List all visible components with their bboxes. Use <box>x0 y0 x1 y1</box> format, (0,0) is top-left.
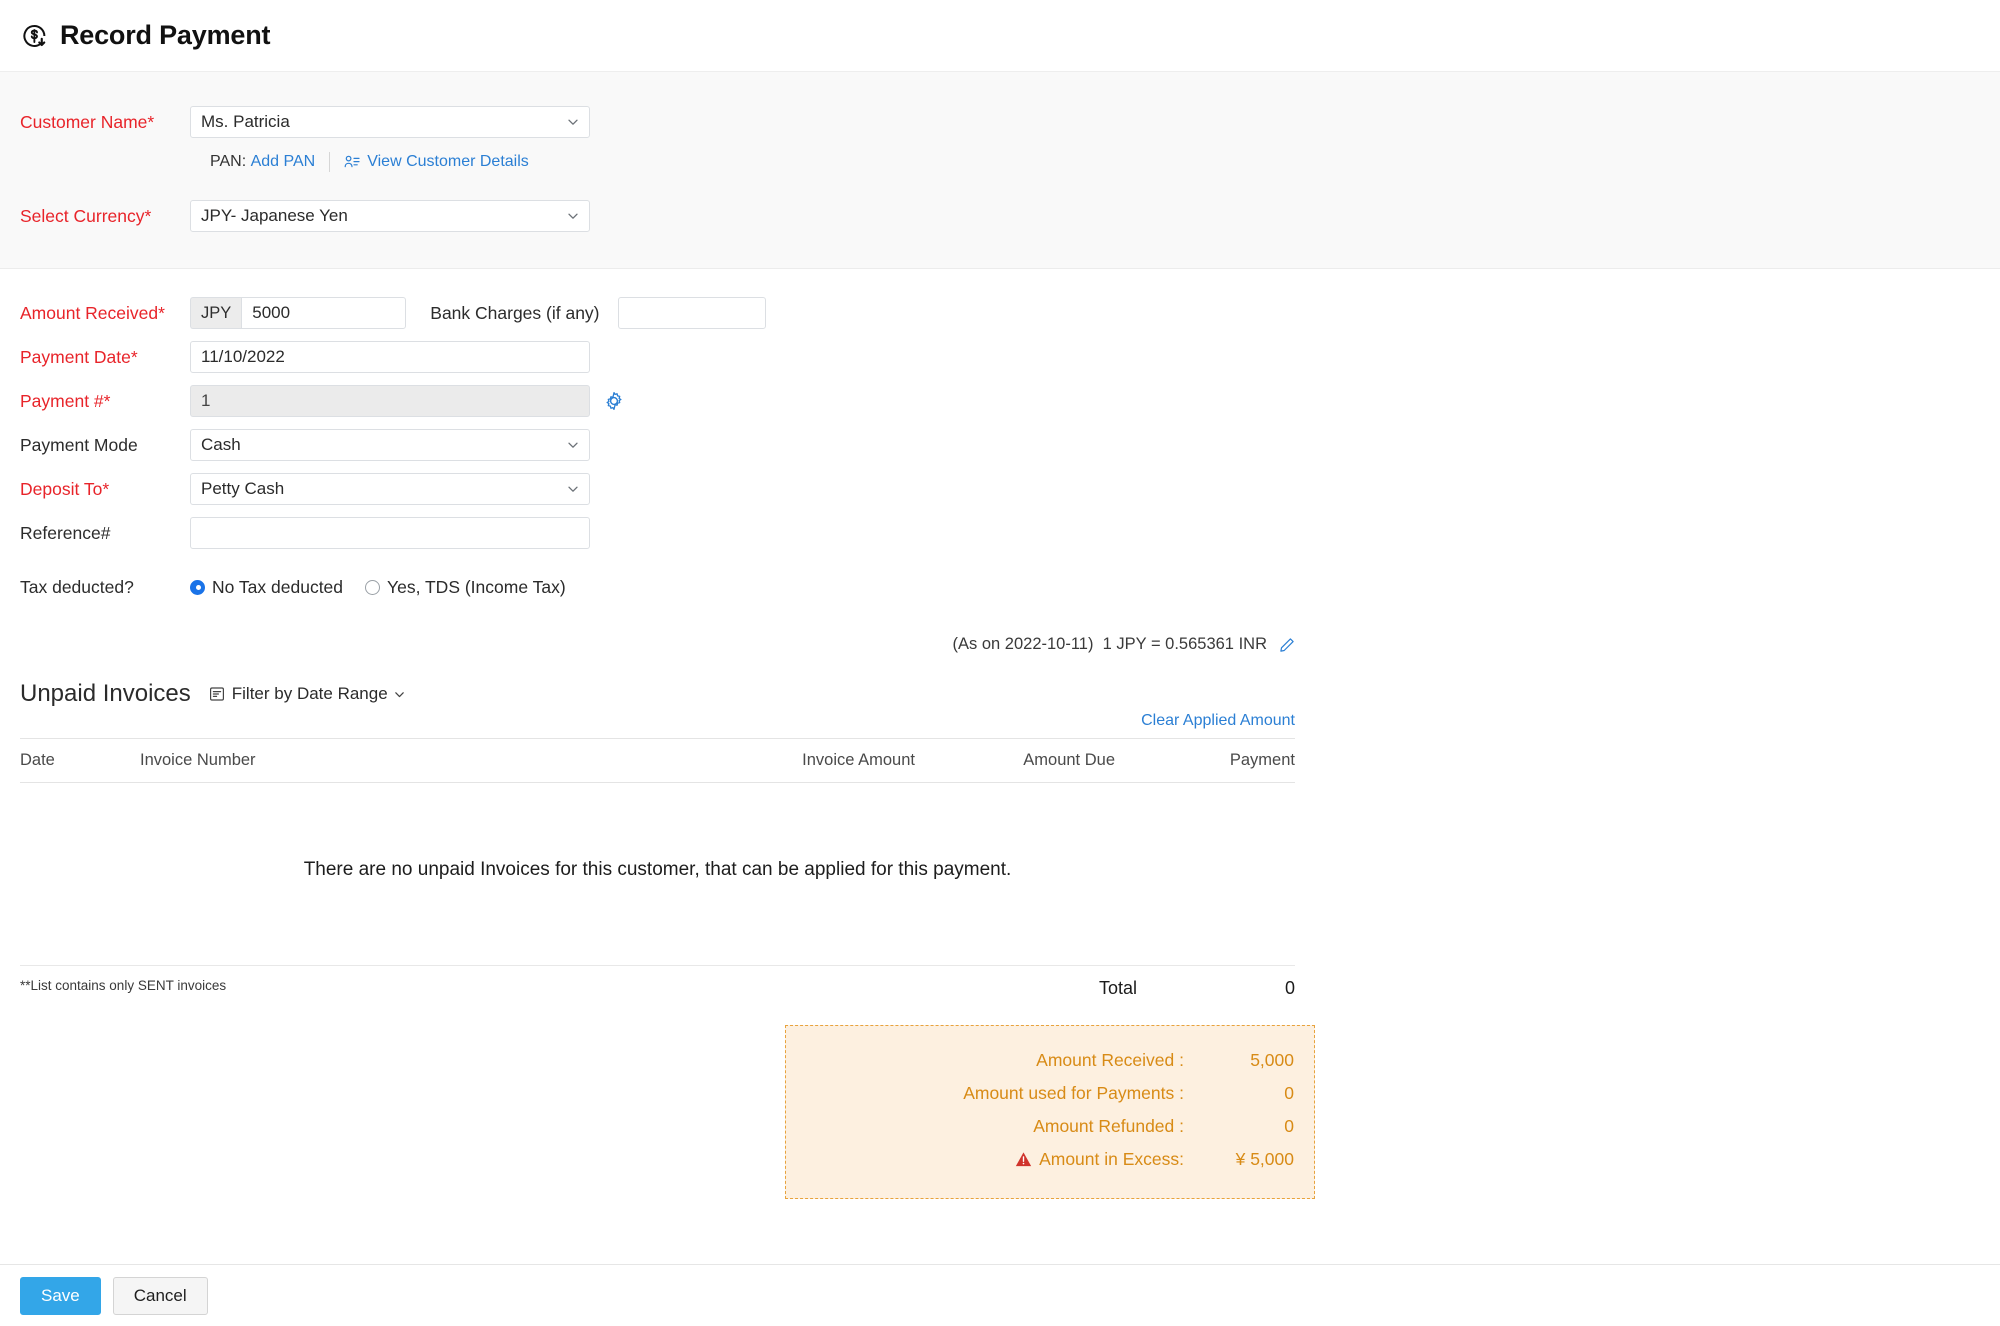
summary-row-amount-refunded: Amount Refunded : 0 <box>806 1110 1294 1143</box>
currency-control <box>190 200 590 232</box>
chevron-down-icon <box>394 691 404 697</box>
radio-yes-tds-label: Yes, TDS (Income Tax) <box>387 576 566 597</box>
payment-number-control <box>190 385 624 417</box>
deposit-to-select[interactable] <box>190 473 590 505</box>
amount-received-control: JPY Bank Charges (if any) <box>190 297 766 329</box>
view-customer-details-link[interactable]: View Customer Details <box>367 153 529 171</box>
radio-dot-icon <box>190 579 205 595</box>
payment-mode-select[interactable] <box>190 429 590 461</box>
summary-label-amount-refunded: Amount Refunded : <box>1033 1116 1184 1136</box>
reference-row: Reference# <box>0 511 2000 555</box>
radio-no-tax-deducted-label: No Tax deducted <box>212 576 344 597</box>
amount-received-row: Amount Received* JPY Bank Charges (if an… <box>0 291 2000 335</box>
radio-no-tax-deducted[interactable]: No Tax deducted <box>190 577 343 598</box>
summary-row-amount-excess: Amount in Excess: ¥ 5,000 <box>806 1143 1294 1176</box>
exchange-rate-value: 1 JPY = 0.565361 INR <box>1102 635 1267 653</box>
payment-date-label: Payment Date* <box>20 346 138 367</box>
payment-mode-row: Payment Mode <box>0 423 2000 467</box>
table-header-row: Date Invoice Number Invoice Amount Amoun… <box>20 738 1295 783</box>
tax-deducted-control: No Tax deducted Yes, TDS (Income Tax) <box>190 577 588 598</box>
tax-deducted-label: Tax deducted? <box>20 576 134 597</box>
unpaid-invoices-header: Unpaid Invoices Filter by Date Range <box>20 680 1295 708</box>
summary-value-amount-excess: ¥ 5,000 <box>1235 1149 1294 1169</box>
summary-label-amount-excess: Amount in Excess: <box>1039 1149 1184 1169</box>
payment-mode-control <box>190 429 590 461</box>
bank-charges-label: Bank Charges (if any) <box>430 302 600 323</box>
payment-mode-label: Payment Mode <box>20 434 138 455</box>
exchange-rate-row: (As on 2022-10-11) 1 JPY = 0.565361 INR <box>0 635 1295 654</box>
deposit-to-row: Deposit To* <box>0 467 2000 511</box>
amount-received-label: Amount Received* <box>20 302 165 323</box>
summary-value-amount-refunded: 0 <box>1284 1116 1294 1136</box>
invoices-total: Total 0 <box>1099 978 1295 999</box>
payment-date-row: Payment Date* <box>0 335 2000 379</box>
filter-icon <box>209 687 224 701</box>
edit-pencil-icon[interactable] <box>1279 637 1295 653</box>
customer-name-row: Customer Name* <box>0 100 2000 144</box>
filter-by-date-range-label: Filter by Date Range <box>231 684 388 703</box>
payment-received-icon <box>23 24 46 47</box>
user-details-icon <box>344 155 360 168</box>
invoices-footer-row: **List contains only SENT invoices Total… <box>20 965 1295 999</box>
customer-name-select[interactable] <box>190 106 590 138</box>
clear-applied-amount-link[interactable]: Clear Applied Amount <box>1141 712 1295 730</box>
column-header-date: Date <box>20 738 140 783</box>
total-value: 0 <box>1284 978 1295 998</box>
page-header: Record Payment <box>0 0 2000 72</box>
filter-by-date-range-button[interactable]: Filter by Date Range <box>209 684 405 704</box>
column-header-payment: Payment <box>1115 738 1295 783</box>
customer-helper-row: PAN: Add PAN View Customer Details <box>0 152 2000 172</box>
divider <box>329 152 331 172</box>
column-header-amount-due: Amount Due <box>915 738 1115 783</box>
save-button[interactable]: Save <box>20 1276 101 1315</box>
summary-value-amount-received: 5,000 <box>1250 1050 1294 1070</box>
unpaid-invoices-title: Unpaid Invoices <box>20 680 191 707</box>
payment-details-section: Amount Received* JPY Bank Charges (if an… <box>0 269 2000 654</box>
payment-summary-box: Amount Received : 5,000 Amount used for … <box>785 1025 1315 1199</box>
summary-label-amount-received: Amount Received : <box>1036 1050 1184 1070</box>
payment-number-input[interactable] <box>190 385 590 417</box>
add-pan-link[interactable]: Add PAN <box>251 153 316 171</box>
radio-yes-tds[interactable]: Yes, TDS (Income Tax) <box>365 577 566 598</box>
payment-date-input[interactable] <box>190 341 590 373</box>
currency-label: Select Currency* <box>20 205 152 226</box>
currency-select[interactable] <box>190 200 590 232</box>
reference-input[interactable] <box>190 517 590 549</box>
deposit-to-control <box>190 473 590 505</box>
unpaid-invoices-table: Date Invoice Number Invoice Amount Amoun… <box>20 738 1295 783</box>
gear-icon[interactable] <box>604 391 624 411</box>
invoices-footnote: **List contains only SENT invoices <box>20 978 227 993</box>
amount-currency-prefix: JPY <box>190 297 242 329</box>
warning-icon <box>1015 1152 1032 1167</box>
clear-applied-row: Clear Applied Amount <box>20 712 1295 730</box>
summary-row-amount-used: Amount used for Payments : 0 <box>806 1077 1294 1110</box>
summary-label-amount-used: Amount used for Payments : <box>963 1083 1184 1103</box>
column-header-invoice-number: Invoice Number <box>140 738 705 783</box>
empty-invoices-message: There are no unpaid Invoices for this cu… <box>303 859 1012 880</box>
currency-row: Select Currency* <box>0 194 2000 238</box>
payment-date-control <box>190 341 590 373</box>
page-title: Record Payment <box>60 20 271 50</box>
radio-dot-icon <box>365 579 381 595</box>
pan-prefix-label: PAN: <box>210 153 247 170</box>
page-footer: Save Cancel <box>0 1264 2000 1326</box>
payment-number-row: Payment #* <box>0 379 2000 423</box>
summary-value-amount-used: 0 <box>1284 1083 1294 1103</box>
unpaid-invoices-section: Unpaid Invoices Filter by Date Range Cle… <box>0 680 1315 1199</box>
reference-control <box>190 517 590 549</box>
customer-currency-section: Customer Name* PAN: Add PAN View Custome… <box>0 72 2000 269</box>
exchange-rate-as-on: (As on 2022-10-11) <box>952 635 1094 653</box>
column-header-invoice-amount: Invoice Amount <box>705 738 915 783</box>
bank-charges-input[interactable] <box>617 297 766 329</box>
payment-number-label: Payment #* <box>20 390 111 411</box>
tax-deducted-row: Tax deducted? No Tax deducted Yes, TDS (… <box>0 565 2000 609</box>
total-label: Total <box>1098 978 1137 998</box>
customer-name-label: Customer Name* <box>20 111 155 132</box>
cancel-button[interactable]: Cancel <box>112 1276 208 1315</box>
deposit-to-label: Deposit To* <box>20 478 110 499</box>
customer-name-control <box>190 106 590 138</box>
reference-label: Reference# <box>20 522 111 543</box>
amount-received-input[interactable] <box>241 297 407 329</box>
summary-row-amount-received: Amount Received : 5,000 <box>806 1044 1294 1077</box>
